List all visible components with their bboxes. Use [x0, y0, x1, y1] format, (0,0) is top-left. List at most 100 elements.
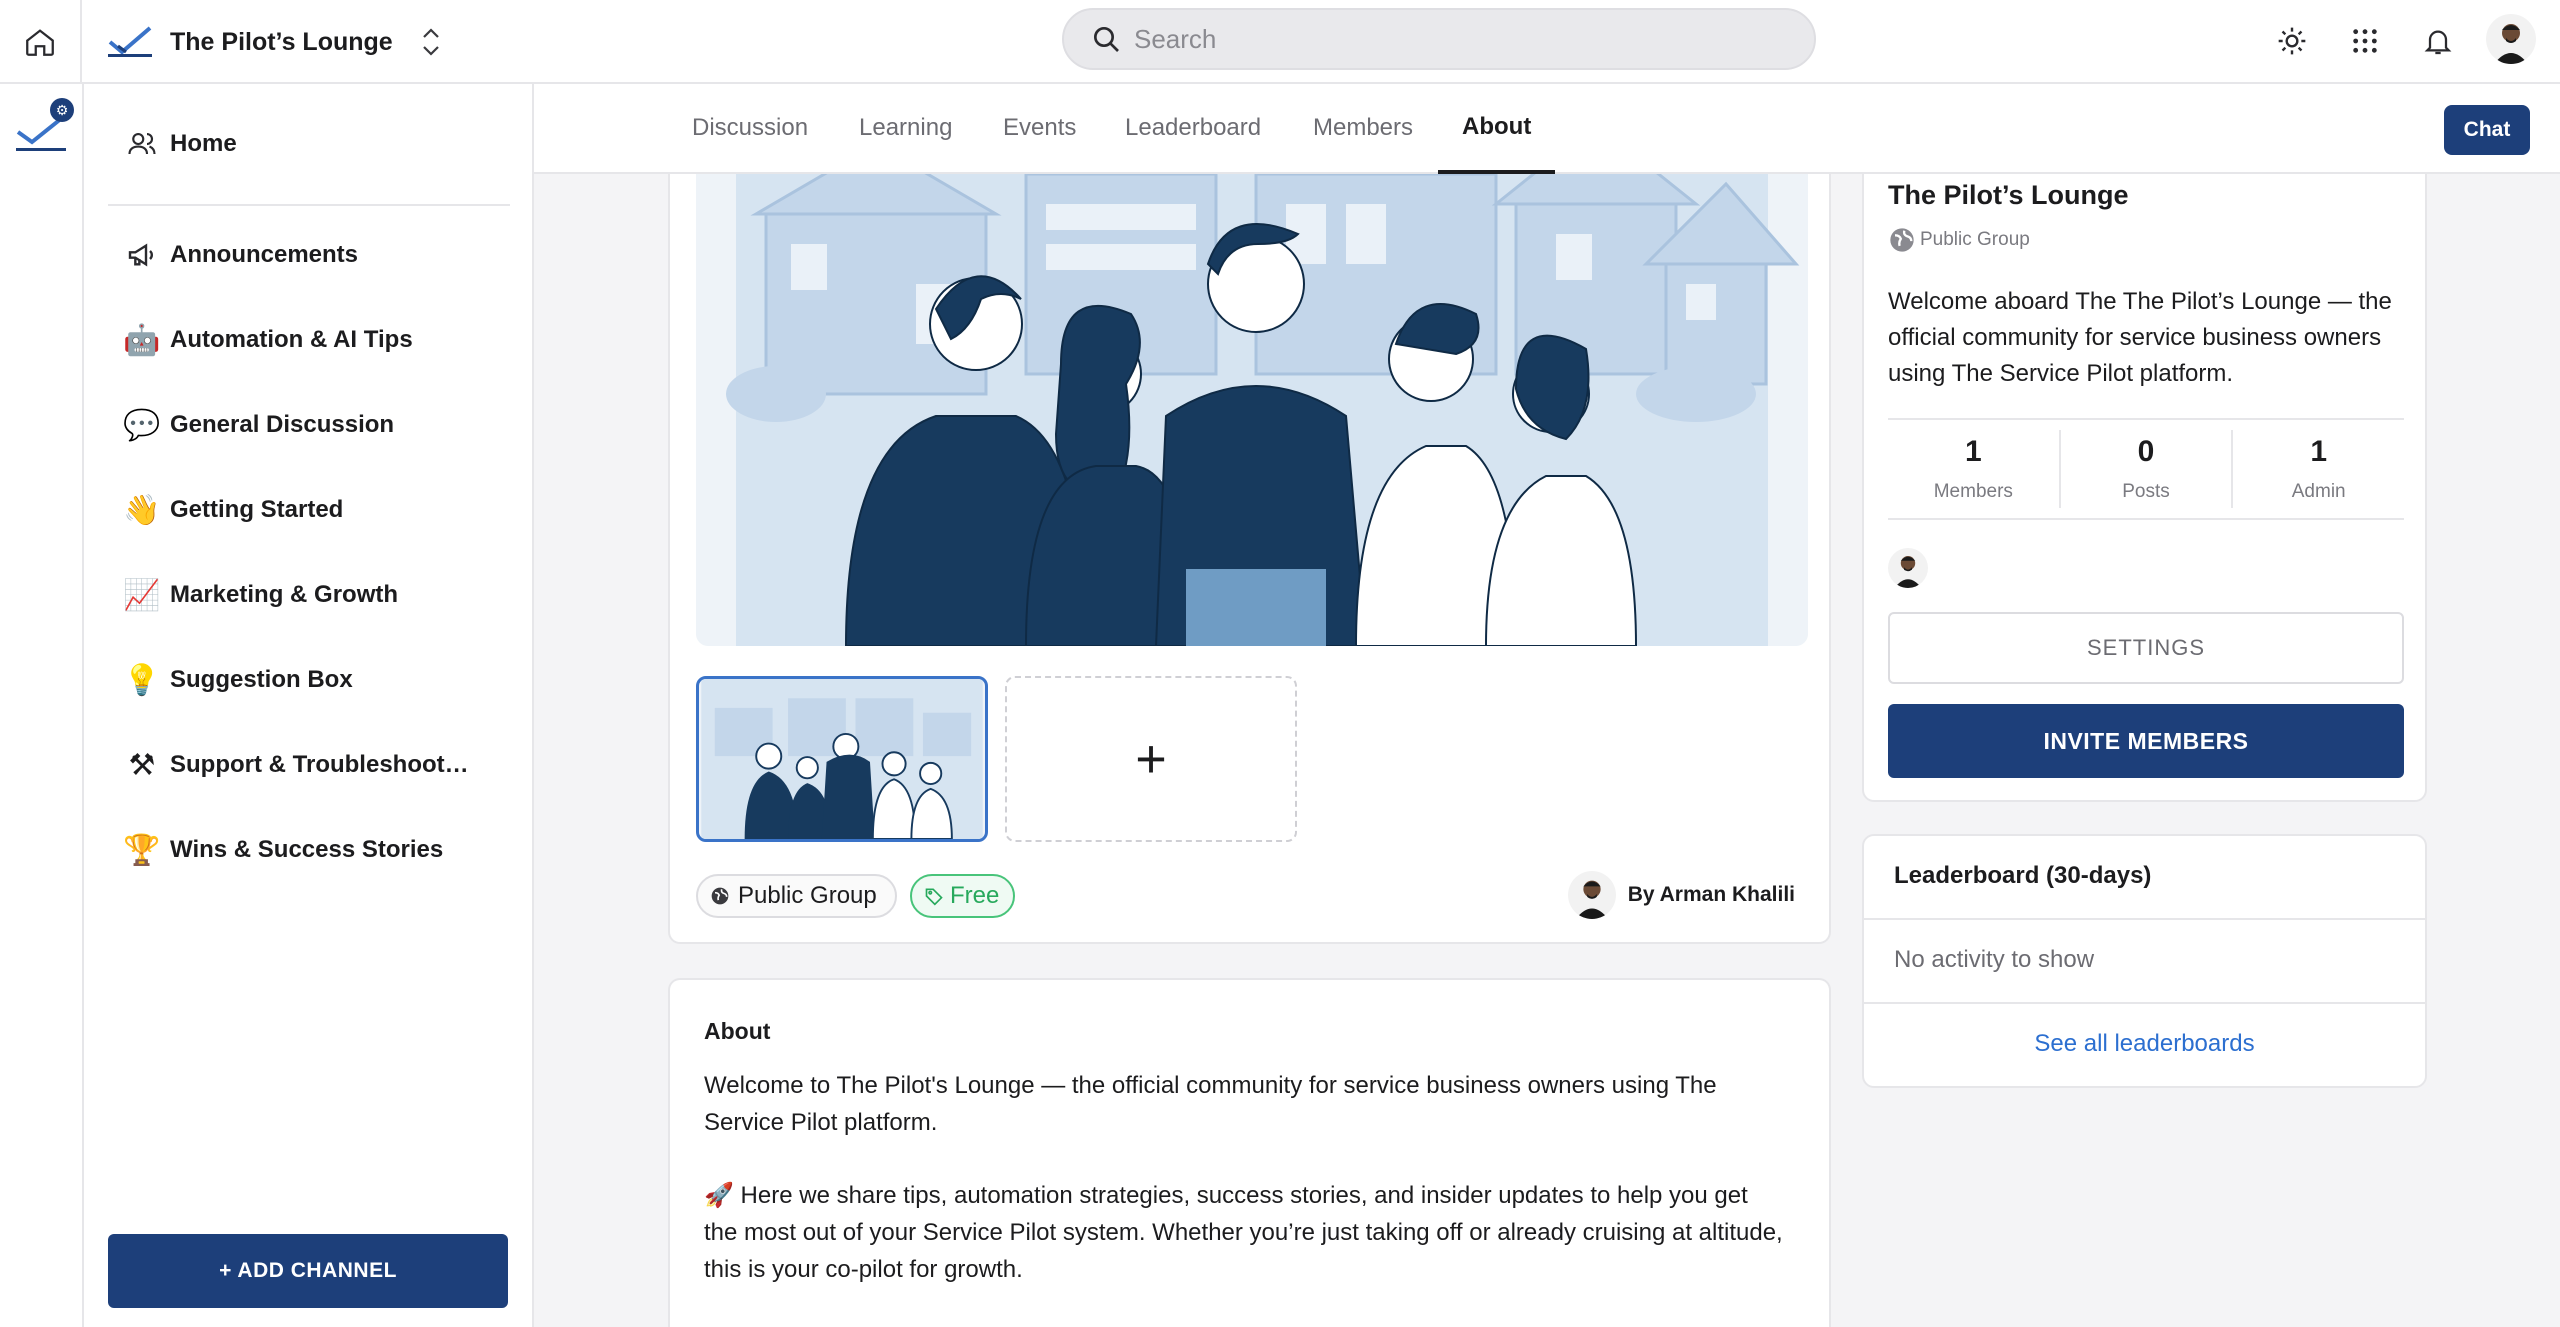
speech-bubble-icon: 💬 [123, 408, 161, 442]
tab-members[interactable]: Members [1309, 84, 1417, 172]
thumbnail-image [701, 679, 983, 839]
settings-button[interactable]: SETTINGS [1888, 612, 2404, 684]
robot-icon: 🤖 [123, 323, 161, 357]
sidebar-item-label: Announcements [170, 241, 359, 268]
megaphone-icon [122, 235, 162, 275]
about-paragraph: Welcome to The Pilot's Lounge — the offi… [704, 1072, 1717, 1136]
theme-toggle-button[interactable] [2271, 20, 2313, 62]
sidebar-item-label: Suggestion Box [170, 666, 353, 693]
chevron-up-down-icon [422, 28, 439, 56]
sidebar-item-support[interactable]: ⚒ Support & Troubleshoot… [122, 737, 522, 793]
group-author[interactable]: By Arman Khalili [1567, 870, 1795, 920]
sidebar-item-announcements[interactable]: Announcements [122, 227, 522, 283]
community-rail: ⚙ [0, 84, 84, 1327]
search-bar[interactable] [1062, 8, 1816, 70]
bell-icon [2424, 30, 2452, 55]
waving-hand-icon: 👋 [123, 493, 161, 527]
add-channel-button[interactable]: + ADD CHANNEL [108, 1234, 508, 1308]
group-cover-card: + Public Group Free By Arman Khalili [668, 174, 1831, 944]
cover-image [696, 174, 1808, 646]
hammer-pick-icon: ⚒ [128, 748, 156, 782]
trophy-icon: 🏆 [123, 833, 161, 867]
price-chip: Free [910, 874, 1016, 918]
stat-label: Members [1933, 481, 2013, 502]
sidebar-divider [108, 204, 510, 206]
leaderboard-empty-text: No activity to show [1894, 946, 2095, 973]
group-visibility: Public Group [1888, 226, 2030, 254]
tab-discussion[interactable]: Discussion [688, 84, 812, 172]
stat-posts[interactable]: 0 Posts [2061, 430, 2234, 508]
public-group-chip: Public Group [696, 874, 897, 918]
tab-leaderboard[interactable]: Leaderboard [1121, 84, 1265, 172]
public-group-label: Public Group [738, 882, 877, 909]
sidebar-item-label: Getting Started [170, 496, 344, 523]
cover-thumbnail[interactable] [696, 676, 988, 842]
user-avatar[interactable] [2486, 14, 2536, 64]
apps-button[interactable] [2344, 20, 2386, 62]
group-title: The Pilot’s Lounge [1888, 180, 2129, 210]
globe-icon [1890, 228, 1914, 252]
group-info-card: The Pilot’s Lounge Public Group Welcome … [1862, 174, 2427, 802]
chat-button[interactable]: Chat [2444, 105, 2530, 155]
leaderboard-title: Leaderboard (30-days) [1894, 862, 2152, 889]
stat-members[interactable]: 1 Members [1888, 430, 2061, 508]
stat-value: 1 [2310, 435, 2328, 468]
leaderboard-card: Leaderboard (30-days) No activity to sho… [1862, 834, 2427, 1088]
sidebar-item-automation[interactable]: 🤖 Automation & AI Tips [122, 312, 522, 368]
group-stats: 1 Members 0 Posts 1 Admin [1888, 418, 2404, 520]
invite-members-button[interactable]: INVITE MEMBERS [1888, 704, 2404, 778]
divider [1864, 1002, 2425, 1004]
chart-up-icon: 📈 [123, 578, 161, 612]
about-heading: About [704, 1018, 771, 1044]
sidebar-item-marketing[interactable]: 📈 Marketing & Growth [122, 567, 522, 623]
tab-learning[interactable]: Learning [855, 84, 956, 172]
community-illustration [726, 174, 1800, 646]
community-name: The Pilot’s Lounge [170, 27, 393, 56]
search-input[interactable] [1134, 23, 1734, 55]
sidebar-item-general[interactable]: 💬 General Discussion [122, 397, 522, 453]
notifications-button[interactable] [2417, 20, 2459, 62]
divider [1864, 918, 2425, 920]
sidebar-item-label: Wins & Success Stories [170, 836, 444, 863]
stat-label: Posts [2122, 481, 2170, 502]
search-icon [1094, 27, 1119, 52]
sidebar-item-label: Marketing & Growth [170, 581, 399, 608]
home-button[interactable] [0, 0, 82, 84]
stat-label: Admin [2291, 481, 2346, 502]
see-all-leaderboards-link[interactable]: See all leaderboards [1864, 1030, 2425, 1058]
sidebar-item-label: Home [170, 130, 237, 157]
group-description: Welcome aboard The The Pilot’s Lounge — … [1888, 288, 2392, 387]
avatar-image [2486, 14, 2536, 64]
stat-value: 0 [2137, 435, 2155, 468]
visibility-label: Public Group [1920, 229, 2030, 250]
channel-sidebar: Home Announcements 🤖 Automation & AI Tip… [84, 84, 534, 1327]
plus-icon: + [1135, 729, 1167, 789]
sidebar-item-home[interactable]: Home [122, 116, 522, 172]
author-avatar [1567, 871, 1616, 919]
stat-admin[interactable]: 1 Admin [2233, 430, 2404, 508]
sidebar-item-label: Automation & AI Tips [170, 326, 413, 353]
light-bulb-icon: 💡 [123, 663, 161, 697]
sidebar-item-wins[interactable]: 🏆 Wins & Success Stories [122, 822, 522, 878]
users-icon [122, 124, 162, 164]
tag-icon [925, 888, 943, 906]
rail-settings-badge: ⚙ [50, 98, 74, 122]
sidebar-item-label: General Discussion [170, 411, 395, 438]
sidebar-item-getting-started[interactable]: 👋 Getting Started [122, 482, 522, 538]
stat-value: 1 [1964, 435, 1982, 468]
price-label: Free [950, 882, 1000, 909]
community-switcher[interactable]: The Pilot’s Lounge [104, 18, 445, 66]
about-section: About Welcome to The Pilot's Lounge — th… [668, 978, 1831, 1327]
service-pilot-logo [108, 26, 152, 57]
sidebar-item-label: Support & Troubleshoot… [170, 751, 469, 778]
globe-icon [711, 887, 729, 905]
tab-events[interactable]: Events [999, 84, 1080, 172]
grid-icon [2353, 29, 2377, 53]
sidebar-item-suggestion-box[interactable]: 💡 Suggestion Box [122, 652, 522, 708]
member-avatar[interactable] [1888, 548, 1928, 588]
add-cover-image-button[interactable]: + [1005, 676, 1297, 842]
top-bar: The Pilot’s Lounge [0, 0, 2560, 84]
tab-about[interactable]: About [1438, 84, 1556, 174]
group-tabs: Discussion Learning Events Leaderboard M… [534, 84, 2560, 174]
about-paragraph: 🚀 Here we share tips, automation strateg… [704, 1182, 1783, 1283]
